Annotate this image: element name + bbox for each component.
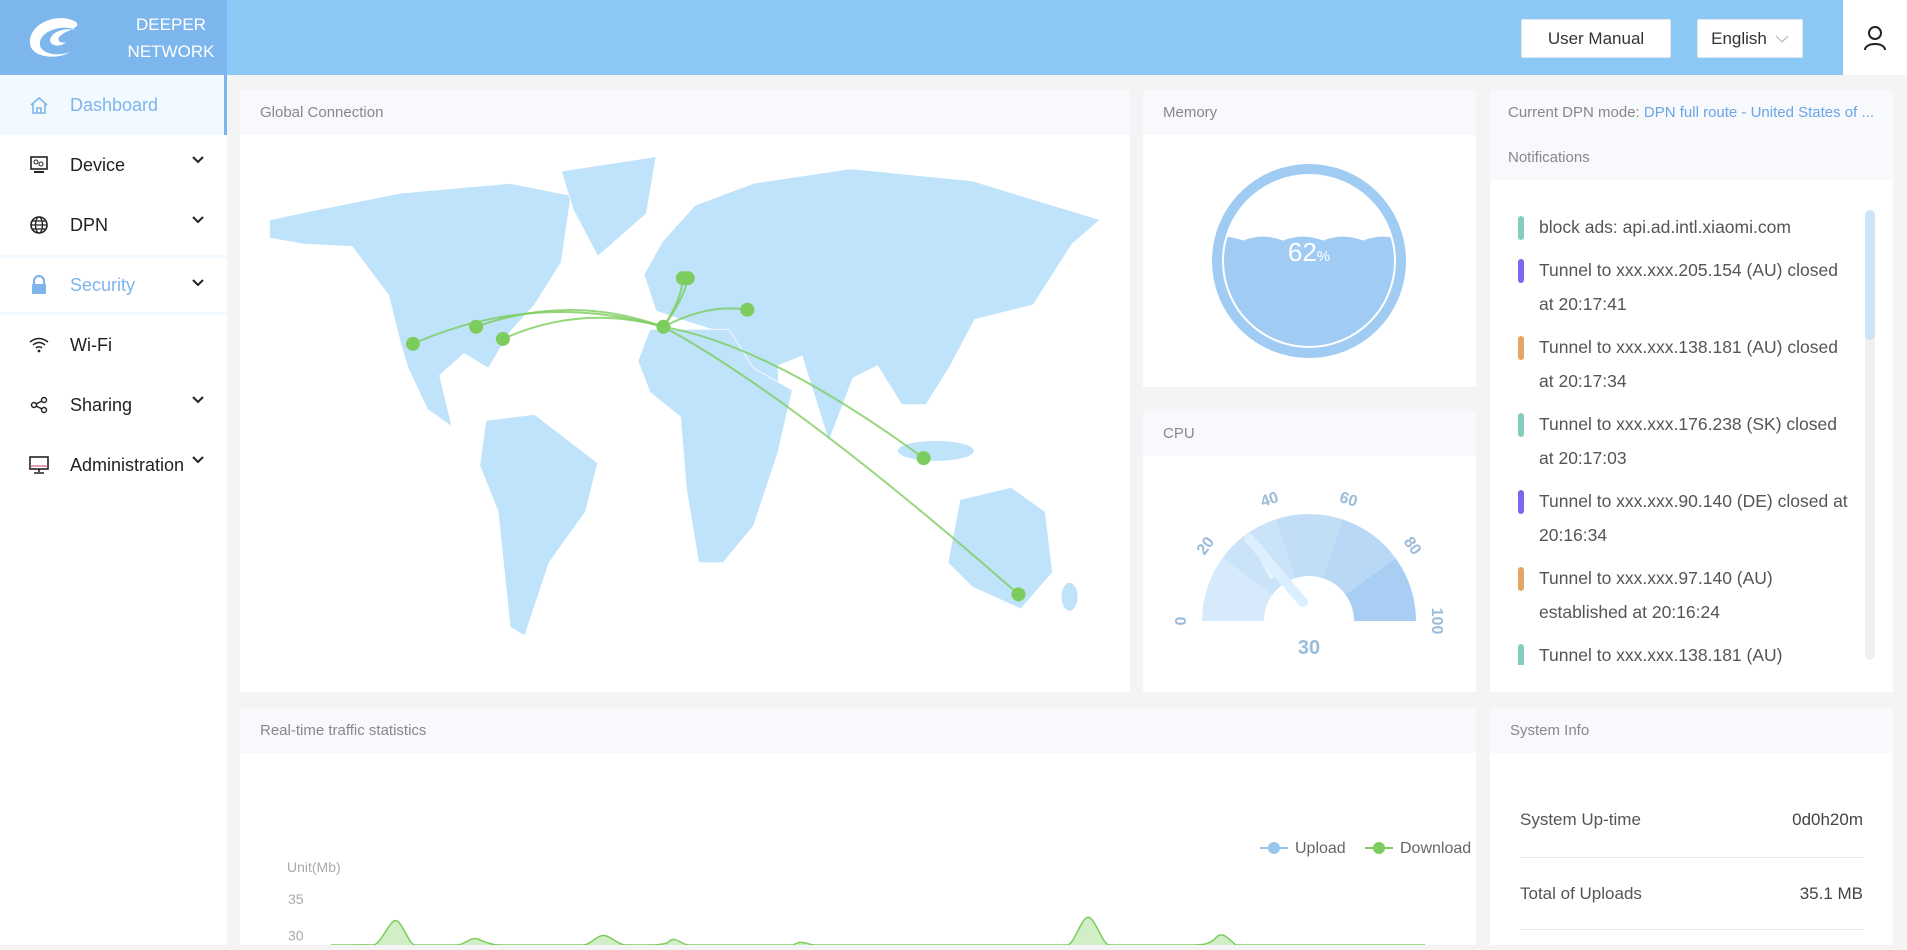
scrollbar[interactable] (1865, 210, 1875, 660)
status-indicator (1518, 216, 1524, 240)
card-header: Current DPN mode: DPN full route - Unite… (1490, 90, 1893, 180)
legend-marker (1268, 842, 1280, 854)
notification-item: Tunnel to xxx.xxx.205.154 (AU) closed at… (1518, 258, 1853, 321)
sidebar-item-dashboard[interactable]: Dashboard (0, 75, 227, 135)
status-indicator (1518, 644, 1524, 665)
monitor-icon (25, 456, 53, 474)
traffic-card: Real-time traffic statistics Unit(Mb) 35 3… (240, 708, 1476, 946)
connection-point[interactable] (916, 451, 931, 466)
sidebar-item-administration[interactable]: Administration (0, 435, 227, 495)
sidebar: Dashboard Device DPN Security Wi-Fi Shar… (0, 75, 227, 945)
y-axis-label: Unit(Mb) (287, 859, 341, 875)
chevron-down-icon (192, 456, 204, 464)
gauge-tick-label: 40 (1259, 489, 1281, 511)
gauge-tick-label: 60 (1337, 489, 1359, 511)
scrollbar-thumb[interactable] (1865, 210, 1875, 340)
card-title: Memory (1143, 90, 1476, 135)
chevron-down-icon (192, 216, 204, 224)
connection-arc (502, 316, 664, 340)
dpn-mode-link[interactable]: DPN full route - United States of ... (1644, 104, 1874, 121)
continent-new-zealand (1061, 582, 1078, 611)
memory-liquid-gauge: 62% (1212, 164, 1406, 358)
notifications-title: Notifications (1508, 149, 1590, 166)
memory-card: Memory 62% (1143, 90, 1476, 387)
status-indicator (1518, 490, 1524, 514)
chevron-down-icon (192, 279, 204, 287)
device-icon (25, 155, 53, 175)
status-indicator (1518, 259, 1524, 283)
dpn-mode: Current DPN mode: DPN full route - Unite… (1508, 104, 1874, 121)
continent-indonesia (897, 440, 974, 461)
connection-point[interactable] (405, 336, 420, 351)
legend-item-download[interactable]: Download (1365, 840, 1471, 857)
card-title: System Info (1490, 708, 1893, 753)
share-icon (25, 396, 53, 414)
sidebar-item-wifi[interactable]: Wi-Fi (0, 315, 227, 375)
continent-south-america (479, 413, 599, 637)
legend-label: Upload (1295, 840, 1346, 857)
connection-point[interactable] (740, 302, 755, 317)
connection-hub[interactable] (656, 319, 671, 334)
notification-item: Tunnel to xxx.xxx.176.238 (SK) closed at… (1518, 412, 1853, 475)
series-area-download (331, 917, 1425, 945)
cpu-gauge: 0 20 40 60 80 100 30 (1173, 489, 1445, 659)
card-title: Global Connection (240, 90, 1130, 135)
cpu-card: CPU 0 20 40 60 80 100 30 (1143, 411, 1476, 692)
total-uploads-row: Total of Uploads 35.1 MB (1520, 858, 1863, 930)
status-indicator (1518, 413, 1524, 437)
card-title: CPU (1143, 411, 1476, 456)
home-icon (25, 95, 53, 115)
cpu-value: 30 (1298, 637, 1320, 659)
card-title: Real-time traffic statistics (240, 708, 1476, 753)
brand-name: DEEPER NETWORK (127, 14, 215, 61)
brand-logo[interactable]: DEEPER NETWORK (0, 0, 227, 75)
notification-list: block ads: api.ad.intl.xiaomi.com Tunnel … (1518, 215, 1853, 665)
status-indicator (1518, 336, 1524, 360)
wifi-icon (25, 337, 53, 353)
y-tick-label: 30 (288, 928, 304, 944)
y-tick-label: 35 (288, 891, 304, 907)
status-indicator (1518, 567, 1524, 591)
user-manual-button[interactable]: User Manual (1521, 19, 1671, 58)
chevron-down-icon (1775, 35, 1789, 43)
notification-item: Tunnel to xxx.xxx.97.140 (AU) establishe… (1518, 566, 1853, 629)
legend-label: Download (1400, 840, 1471, 857)
system-info-card: System Info System Up-time 0d0h20m Total … (1490, 708, 1893, 945)
connection-point[interactable] (495, 331, 510, 346)
sidebar-item-sharing[interactable]: Sharing (0, 375, 227, 435)
connection-point[interactable] (680, 271, 695, 286)
traffic-chart: Unit(Mb)353025UploadDownload (287, 840, 1471, 946)
user-icon (1864, 25, 1886, 50)
gauge-tick-label: 100 (1428, 608, 1445, 635)
system-uptime-row: System Up-time 0d0h20m (1520, 783, 1863, 858)
continent-north-america (269, 182, 572, 428)
notification-item: Tunnel to xxx.xxx.90.140 (DE) closed at … (1518, 489, 1853, 552)
language-select[interactable]: English (1697, 19, 1803, 58)
connection-point[interactable] (1011, 587, 1026, 602)
world-map[interactable] (240, 135, 1130, 692)
gauge-tick-label: 20 (1194, 534, 1218, 558)
lock-icon (25, 275, 53, 295)
language-value: English (1711, 28, 1767, 48)
user-account-button[interactable] (1843, 0, 1907, 75)
globe-icon (25, 215, 53, 235)
notification-item: Tunnel to xxx.xxx.138.181 (AU) establish… (1518, 643, 1853, 665)
notifications-card: Current DPN mode: DPN full route - Unite… (1490, 90, 1893, 692)
legend-item-upload[interactable]: Upload (1260, 840, 1346, 857)
sidebar-item-dpn[interactable]: DPN (0, 195, 227, 255)
legend-marker (1373, 842, 1385, 854)
series-line-download (330, 916, 1425, 946)
notification-item: block ads: api.ad.intl.xiaomi.com (1518, 215, 1853, 244)
connection-point[interactable] (469, 319, 484, 334)
sidebar-item-security[interactable]: Security (0, 255, 227, 315)
gauge-tick-label: 80 (1400, 534, 1424, 558)
chevron-down-icon (192, 156, 204, 164)
notification-item: Tunnel to xxx.xxx.138.181 (AU) closed at… (1518, 335, 1853, 398)
chevron-down-icon (192, 396, 204, 404)
swirl-logo-icon (29, 17, 78, 57)
continent-greenland (560, 156, 657, 257)
sidebar-item-device[interactable]: Device (0, 135, 227, 195)
gauge-tick-label: 0 (1173, 616, 1190, 625)
global-connection-card: Global Connection (240, 90, 1130, 692)
